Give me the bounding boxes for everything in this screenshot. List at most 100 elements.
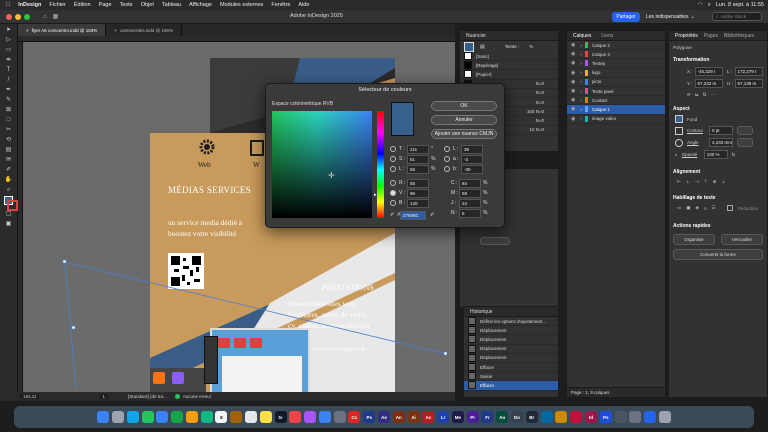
menu-edit[interactable]: Édition [74, 2, 91, 8]
align-right-icon[interactable]: ⊣ [695, 179, 699, 185]
green-field[interactable]: 96 [407, 188, 429, 198]
media-encoder-icon[interactable]: Me [451, 411, 464, 423]
saturation-radio[interactable] [390, 156, 396, 162]
calendar-icon[interactable]: 8 [215, 411, 228, 423]
menu-text[interactable]: Texte [120, 2, 133, 8]
acrobat-icon[interactable]: Ac [422, 411, 435, 423]
audition-icon[interactable]: Au [496, 411, 509, 423]
lab-b-radio[interactable] [444, 166, 450, 172]
menu-page[interactable]: Page [99, 2, 112, 8]
note-tool-icon[interactable]: ✉ [4, 156, 14, 164]
preflight-profile[interactable]: [Standard] (de tra... [128, 394, 167, 399]
fx-icon[interactable]: fx [732, 152, 736, 157]
layer-row[interactable]: ◉ › image video [567, 115, 665, 124]
lab-l-radio[interactable] [444, 146, 450, 152]
finder-icon[interactable] [97, 411, 110, 423]
maps-icon[interactable] [171, 411, 184, 423]
lab-b-field[interactable]: -30 [461, 164, 483, 174]
align-center-icon[interactable]: ⊥ [686, 179, 690, 185]
angle-label[interactable]: Angle [687, 140, 703, 145]
hue-field[interactable]: 211 [407, 144, 429, 154]
tab-libraries[interactable]: Bibliothèques [724, 33, 754, 39]
close-window-button[interactable] [6, 13, 12, 20]
menu-help[interactable]: Aide [298, 2, 309, 8]
creative-cloud-icon[interactable]: Cc [348, 411, 361, 423]
notes-icon[interactable] [259, 411, 272, 423]
menu-plugins[interactable]: Modules externes [220, 2, 263, 8]
trash-icon[interactable] [658, 411, 671, 423]
chevron-right-icon[interactable]: › [580, 70, 582, 75]
lab-l-field[interactable]: 39 [461, 144, 483, 154]
hue-slider[interactable] [377, 111, 384, 218]
yellow-field[interactable]: 24 [459, 198, 481, 208]
align-middle-icon[interactable]: ⊕ [713, 179, 717, 185]
history-item[interactable]: Effacer [464, 363, 558, 373]
eye-icon[interactable]: ◉ [571, 106, 575, 112]
photos-icon[interactable] [185, 411, 198, 423]
layer-row[interactable]: ◉ › Calque 2 [567, 41, 665, 51]
h-field[interactable]: 57,138 m [734, 79, 763, 88]
clock[interactable]: Lun. 8 sept. à 11:55 [716, 2, 764, 8]
frame-mode-icon[interactable]: ▢ [4, 210, 14, 218]
wrap-none-icon[interactable]: ▭ [677, 205, 681, 211]
convert-shape-button[interactable]: Convertir la forme [673, 249, 763, 260]
lab-a-radio[interactable] [444, 156, 450, 162]
music-icon[interactable] [289, 411, 302, 423]
eye-icon[interactable]: ◉ [571, 70, 575, 76]
downloads-icon[interactable] [644, 411, 657, 423]
preflight-status[interactable]: Aucune erreur [183, 394, 212, 399]
stock-search-input[interactable]: ⌕ Adobe Stock [712, 12, 762, 21]
launchpad-icon[interactable] [111, 411, 124, 423]
group-button[interactable]: Organiser [673, 234, 715, 245]
reminders-icon[interactable] [244, 411, 257, 423]
wifi-icon[interactable]: ◠ [698, 2, 703, 8]
eyedropper-tool-icon[interactable]: ✐ [4, 166, 14, 174]
layer-row[interactable]: ◉ › Calque 3 [567, 50, 665, 60]
w-field[interactable]: 172,279 r [734, 67, 763, 76]
history-item[interactable]: Effacer [464, 381, 558, 391]
indesign-icon[interactable]: Id [584, 411, 597, 423]
lightness-radio[interactable] [390, 166, 396, 172]
app-d-icon[interactable] [614, 411, 627, 423]
wrap-checkbox[interactable] [726, 205, 733, 211]
menu-file[interactable]: Fichier [49, 2, 66, 8]
x-field[interactable]: -45,329 r [694, 67, 723, 76]
app-e-icon[interactable] [629, 411, 642, 423]
transform-tool-icon[interactable]: ⟲ [4, 136, 14, 144]
direct-selection-tool-icon[interactable]: ▷ [4, 36, 14, 44]
stroke-label[interactable]: Contour [687, 128, 703, 133]
messages-icon[interactable] [141, 411, 154, 423]
pencil-tool-icon[interactable]: ✎ [4, 96, 14, 104]
share-button[interactable]: Partager [612, 12, 640, 22]
format-icon[interactable]: ▤ [480, 44, 485, 50]
fill-stroke-icon[interactable] [3, 196, 18, 211]
photoshop-icon[interactable]: Ps [363, 411, 376, 423]
tab-pages[interactable]: Pages [704, 33, 718, 39]
screen-mode-icon[interactable]: ▣ [4, 220, 14, 228]
eye-icon[interactable]: ◉ [571, 42, 575, 48]
search-icon[interactable]: ⌕ [708, 2, 711, 9]
mail-icon[interactable] [156, 411, 169, 423]
ok-button[interactable]: OK [431, 101, 497, 111]
zoom-window-button[interactable] [24, 13, 30, 20]
close-icon[interactable]: × [26, 28, 29, 33]
zoom-tool-icon[interactable]: ⌕ [4, 186, 14, 194]
history-item[interactable]: Déplacement [464, 335, 558, 345]
opacity-label[interactable]: Opacité [682, 152, 698, 157]
magenta-field[interactable]: 58 [459, 188, 481, 198]
hex-field[interactable]: 37608C [399, 210, 426, 220]
history-item[interactable]: Définir les options d'ajustement... [464, 317, 558, 327]
fill-stroke-swatch-icon[interactable] [464, 41, 474, 52]
flip-vertical-icon[interactable]: ⇅ [703, 92, 707, 98]
tint-unit[interactable]: % [529, 44, 533, 49]
tab-cartesvisites[interactable]: × cartesvisites.indd @ 166% [106, 24, 182, 36]
chevron-right-icon[interactable]: › [580, 61, 582, 66]
saturation-field[interactable]: 61 [407, 154, 429, 164]
opacity-field[interactable]: 100 % [703, 150, 728, 159]
layer-row[interactable]: ◉ › picto [567, 78, 665, 87]
menu-table[interactable]: Tableau [162, 2, 181, 8]
pen-tool-icon[interactable]: ✒ [4, 86, 14, 94]
color-field[interactable]: ✛ [272, 111, 372, 218]
scissors-tool-icon[interactable]: ✂ [4, 126, 14, 134]
blue-field[interactable]: 140 [407, 198, 429, 208]
